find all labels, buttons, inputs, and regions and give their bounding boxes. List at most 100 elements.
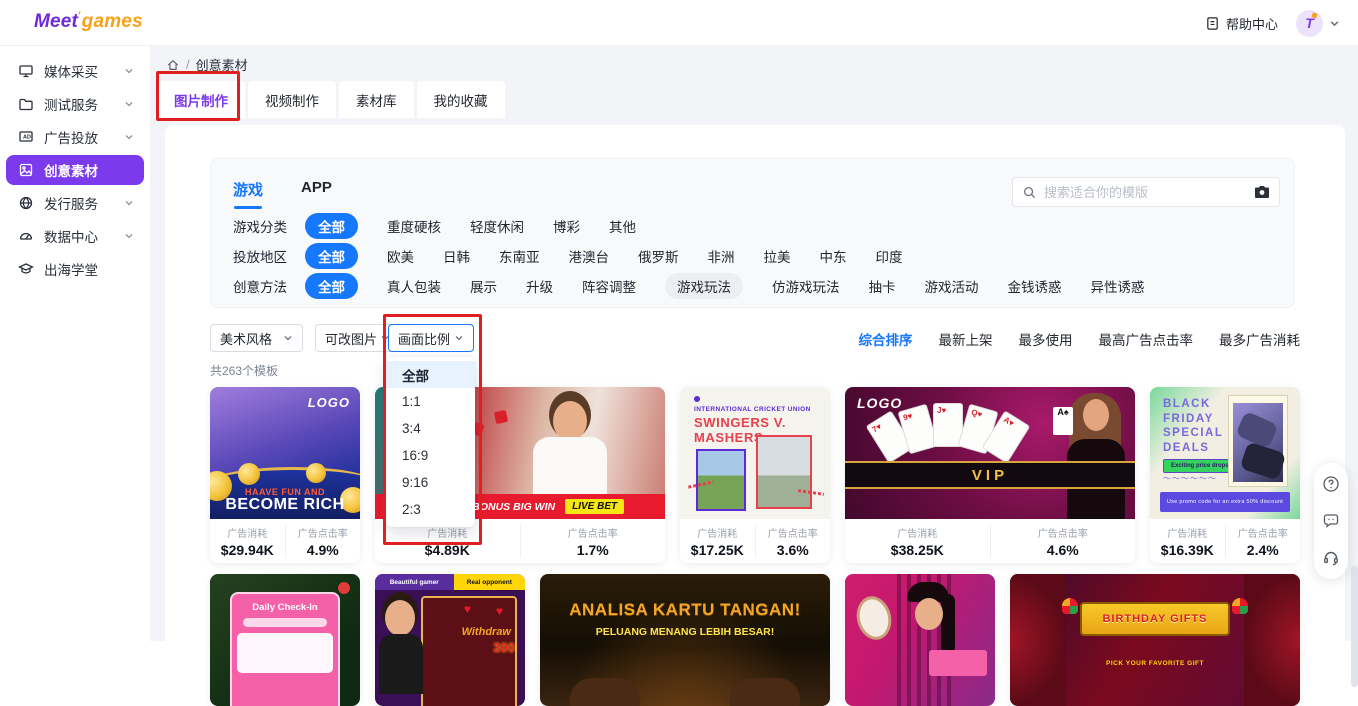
art-logo-text: LOGO [308, 395, 350, 410]
filter-chip[interactable]: 全部 [305, 273, 358, 299]
template-card-birthday-gifts[interactable]: BIRTHDAY GIFTS PICK YOUR FAVORITE GIFT [1010, 574, 1300, 706]
filter-chip[interactable]: 全部 [305, 213, 358, 239]
type-tab-game[interactable]: 游戏 [233, 179, 263, 200]
help-circle-icon[interactable] [1321, 474, 1341, 494]
search-input[interactable] [1044, 185, 1247, 200]
filter-chip[interactable]: 仿游戏玩法 [772, 276, 840, 296]
filter-chip[interactable]: 东南亚 [499, 246, 540, 266]
sidebar-item-ad-delivery[interactable]: AD 广告投放 [6, 122, 144, 152]
filter-chip[interactable]: 异性诱惑 [1091, 276, 1145, 296]
filter-chip[interactable]: 拉美 [764, 246, 791, 266]
filter-chip[interactable]: 游戏活动 [925, 276, 979, 296]
template-thumbnail: LOGO 7♥ 9♥ J♥ Q♥ A♥ A♠ VIP [845, 387, 1135, 519]
filter-chip[interactable]: 日韩 [443, 246, 470, 266]
sidebar: 媒体采买 测试服务 AD 广告投放 创意素材 发行服务 数据中心 出海学堂 [0, 46, 150, 641]
template-card-pink-gamer[interactable] [845, 574, 995, 706]
template-card-withdraw[interactable]: Beautiful gamer Real opponent ♥ ♥ Withdr… [375, 574, 525, 706]
filter-chip[interactable]: 展示 [470, 276, 497, 296]
type-tab-app[interactable]: APP [301, 179, 332, 200]
filter-chip[interactable]: 真人包装 [387, 276, 441, 296]
chevron-down-icon [124, 132, 134, 142]
filter-chip[interactable]: 升级 [526, 276, 553, 296]
template-card-cricket[interactable]: INTERNATIONAL CRICKET UNION SWINGERS V.M… [680, 387, 830, 563]
sort-most-spend[interactable]: 最多广告消耗 [1219, 329, 1300, 349]
filter-chip[interactable]: 俄罗斯 [638, 246, 679, 266]
tab-label: 我的收藏 [434, 90, 488, 110]
feedback-chat-icon[interactable] [1321, 511, 1341, 531]
sidebar-item-academy[interactable]: 出海学堂 [6, 254, 144, 284]
filter-chip[interactable]: 印度 [876, 246, 903, 266]
filter-row-label: 游戏分类 [233, 216, 305, 236]
sidebar-item-publish-service[interactable]: 发行服务 [6, 188, 144, 218]
results-count: 共263个模板 [210, 362, 278, 379]
tab-image-creation[interactable]: 图片制作 [157, 81, 245, 118]
filter-chip[interactable]: 阵容调整 [582, 276, 636, 296]
template-thumbnail: ANALISA KARTU TANGAN! PELUANG MENANG LEB… [540, 574, 830, 706]
template-card-daily-checkin[interactable]: Daily Check-In [210, 574, 360, 706]
chevron-down-icon [1329, 18, 1340, 29]
chevron-down-icon [124, 231, 134, 241]
scrollbar[interactable] [1351, 46, 1358, 641]
filter-chip[interactable]: 非洲 [708, 246, 735, 266]
sidebar-item-test-service[interactable]: 测试服务 [6, 89, 144, 119]
ratio-option-9-16[interactable]: 9:16 [386, 469, 475, 496]
headset-support-icon[interactable] [1321, 548, 1341, 568]
sort-most-used[interactable]: 最多使用 [1019, 329, 1073, 349]
art-title-line: BLACK [1163, 398, 1211, 410]
art-style-select[interactable]: 美术风格 [210, 324, 303, 352]
template-stats: 广告消耗$29.94K 广告点击率4.9% [210, 519, 360, 563]
filter-chip[interactable]: 抽卡 [869, 276, 896, 296]
filter-chip[interactable]: 金钱诱惑 [1008, 276, 1062, 296]
sidebar-item-data-center[interactable]: 数据中心 [6, 221, 144, 251]
ratio-option-2-3[interactable]: 2:3 [386, 496, 475, 523]
template-grid-row-1: LOGO HAAVE FUN AND BECOME RICH 广告消耗$29.9… [210, 387, 1300, 563]
sort-comprehensive[interactable]: 综合排序 [859, 329, 913, 349]
image-search-camera-icon[interactable] [1254, 185, 1270, 199]
home-icon[interactable] [166, 58, 180, 72]
sort-newest[interactable]: 最新上架 [939, 329, 993, 349]
filter-chip[interactable]: 港澳台 [569, 246, 610, 266]
breadcrumb: / 创意素材 [166, 55, 248, 74]
aspect-ratio-select[interactable]: 画面比例 [388, 324, 474, 352]
chevron-down-icon [283, 333, 293, 343]
sidebar-item-label: 广告投放 [44, 127, 114, 147]
filter-chip[interactable]: 重度硬核 [387, 216, 441, 236]
brand-logo[interactable]: Meet’games [34, 11, 143, 33]
gauge-icon [18, 228, 34, 244]
sort-highest-ctr[interactable]: 最高广告点击率 [1099, 329, 1194, 349]
top-header: Meet’games 帮助中心 T [0, 0, 1358, 46]
art-tag: Real opponent [454, 574, 525, 590]
filter-chip[interactable]: 轻度休闲 [470, 216, 524, 236]
ad-monitor-icon: AD [18, 129, 34, 145]
filter-chip[interactable]: 全部 [305, 243, 358, 269]
help-center-link[interactable]: 帮助中心 [1205, 14, 1278, 33]
cricket-photo-right [756, 435, 812, 509]
sidebar-item-media-buy[interactable]: 媒体采买 [6, 56, 144, 86]
user-menu[interactable]: T [1296, 10, 1340, 37]
template-card-become-rich[interactable]: LOGO HAAVE FUN AND BECOME RICH 广告消耗$29.9… [210, 387, 360, 563]
filter-chip[interactable]: 游戏玩法 [665, 273, 743, 299]
filter-chip[interactable]: 中东 [820, 246, 847, 266]
tab-video-creation[interactable]: 视频制作 [248, 81, 336, 118]
ratio-option-16-9[interactable]: 16:9 [386, 442, 475, 469]
sidebar-item-label: 创意素材 [44, 160, 134, 180]
template-card-black-friday[interactable]: BLACK FRIDAY SPECIAL DEALS Exciting pric… [1150, 387, 1300, 563]
template-card-vip[interactable]: LOGO 7♥ 9♥ J♥ Q♥ A♥ A♠ VIP 广告消耗$38.25K 广… [845, 387, 1135, 563]
template-card-analisa[interactable]: ANALISA KARTU TANGAN! PELUANG MENANG LEB… [540, 574, 830, 706]
page-tabs: 图片制作 视频制作 素材库 我的收藏 [157, 81, 505, 118]
select-label: 可改图片 [325, 329, 377, 348]
filter-chip[interactable]: 博彩 [553, 216, 580, 236]
tab-my-favorites[interactable]: 我的收藏 [417, 81, 505, 118]
spend-label: 广告消耗 [680, 525, 755, 540]
screen-icon [18, 63, 34, 79]
chevron-down-icon [124, 99, 134, 109]
filter-chip[interactable]: 欧美 [387, 246, 414, 266]
ratio-option-1-1[interactable]: 1:1 [386, 388, 475, 415]
sidebar-item-creative-assets[interactable]: 创意素材 [6, 155, 144, 185]
content-panel: 游戏 APP 游戏分类 全部 重度硬核 轻度休闲 博彩 其他 投放地区 [165, 125, 1345, 641]
ratio-option-all[interactable]: 全部 [386, 361, 475, 388]
scrollbar-thumb[interactable] [1351, 566, 1358, 687]
filter-chip[interactable]: 其他 [609, 216, 636, 236]
tab-asset-library[interactable]: 素材库 [339, 81, 414, 118]
ratio-option-3-4[interactable]: 3:4 [386, 415, 475, 442]
